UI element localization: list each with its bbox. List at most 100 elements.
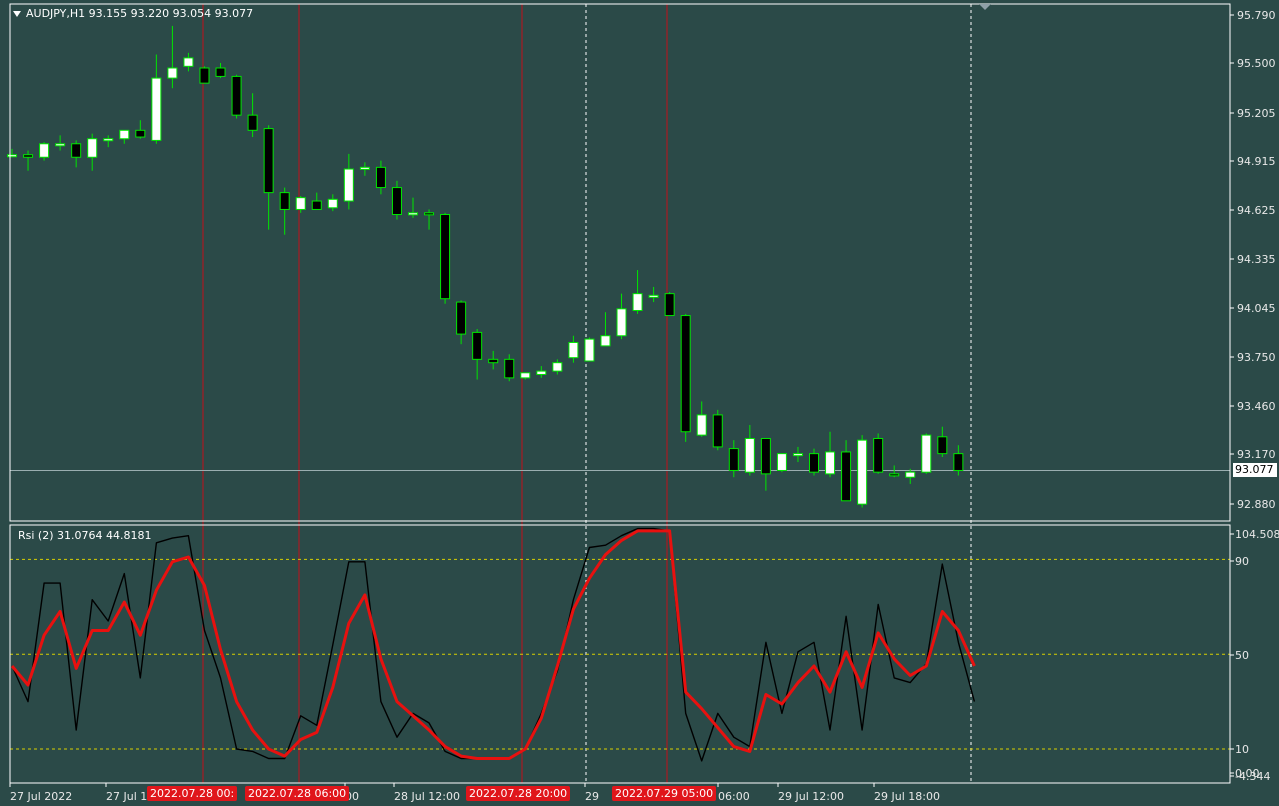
candle — [776, 453, 787, 473]
candle-body — [215, 67, 226, 77]
candle-body — [648, 294, 659, 298]
rsi-axis-label: 90 — [1235, 555, 1249, 568]
candle — [857, 435, 868, 508]
candle-body — [231, 75, 242, 116]
candle — [680, 313, 691, 442]
candle-body — [391, 187, 402, 216]
candle — [440, 212, 451, 304]
price-axis-label: 94.335 — [1237, 253, 1276, 266]
time-axis-label: 27 Jul 2022 — [10, 790, 72, 803]
symbol-header-text: AUDJPY,H1 93.155 93.220 93.054 93.077 — [26, 7, 254, 20]
candle-body — [953, 453, 964, 471]
price-chart-svg[interactable]: 95.790 95.500 95.205 94.915 94.625 94.335 94.0… — [0, 0, 1279, 806]
time-axis-label: 27 Jul 1 — [106, 790, 147, 803]
candle-body — [728, 448, 739, 471]
candle-body — [279, 192, 290, 210]
time-axis-label: 29 Jul 18:00 — [874, 790, 940, 803]
candle-body — [873, 437, 884, 473]
candle-body — [552, 362, 563, 372]
candle-body — [632, 293, 643, 311]
candle-body — [809, 453, 819, 473]
candle-body — [7, 154, 17, 158]
candle-body — [151, 77, 162, 141]
candle-body — [504, 358, 515, 379]
candle-body — [343, 168, 354, 202]
time-axis-label: 29 Jul 12:00 — [778, 790, 844, 803]
rsi-axis-label: -4.344 — [1235, 770, 1270, 783]
candle-body — [103, 138, 114, 142]
candle-body — [841, 451, 852, 502]
candle-body — [905, 471, 916, 478]
candle-body — [568, 341, 579, 359]
candle-body — [456, 301, 467, 335]
candle-body — [584, 338, 595, 362]
rsi-axis-label: 10 — [1235, 743, 1249, 756]
candle — [921, 433, 932, 474]
candle-body — [921, 434, 932, 473]
candle-body — [263, 128, 274, 194]
candle-body — [199, 67, 210, 84]
candle-body — [424, 212, 435, 216]
candle-body — [520, 372, 531, 379]
candle — [873, 433, 884, 474]
candle-body — [87, 138, 98, 158]
candle — [231, 74, 242, 119]
candle-body — [119, 129, 130, 140]
time-axis-label: 06:00 — [718, 790, 750, 803]
candle-body — [55, 143, 66, 147]
candle-body — [39, 143, 50, 158]
chart-window[interactable]: 95.790 95.500 95.205 94.915 94.625 94.335 94.0… — [0, 0, 1279, 806]
candle-body — [375, 166, 386, 189]
candle-body — [488, 358, 499, 364]
candle-body — [712, 414, 723, 448]
candle-body — [792, 453, 803, 457]
candle-body — [680, 315, 691, 433]
candle-body — [600, 335, 611, 347]
price-axis-label: 93.750 — [1237, 351, 1276, 364]
candle-body — [937, 436, 948, 455]
rsi-axis-label: 50 — [1235, 649, 1249, 662]
current-price-tag: 93.077 — [1233, 463, 1277, 477]
candle-body — [327, 198, 338, 209]
price-axis-label: 93.460 — [1237, 400, 1276, 413]
vline-label-4: 2022.07.29 05:00 — [612, 786, 717, 801]
price-axis-label: 95.500 — [1237, 57, 1276, 70]
time-axis-label: 28 Jul 12:00 — [394, 790, 460, 803]
price-axis-label: 92.880 — [1237, 498, 1276, 511]
candle-body — [71, 143, 82, 158]
candle-body — [311, 200, 322, 210]
candle-body — [135, 129, 146, 138]
candle-body — [664, 293, 675, 317]
candle-body — [295, 197, 306, 210]
price-axis-label: 95.205 — [1237, 107, 1276, 120]
candle — [584, 337, 595, 362]
price-axis-label: 95.790 — [1237, 9, 1276, 22]
symbol-header[interactable]: AUDJPY,H1 93.155 93.220 93.054 93.077 — [13, 7, 253, 20]
candle-body — [408, 212, 418, 216]
candle-body — [183, 57, 194, 67]
vline-label-3: 2022.07.28 20:00 — [466, 786, 571, 801]
price-axis-label: 94.625 — [1237, 204, 1276, 217]
rsi-header: Rsi (2) 31.0764 44.8181 — [18, 529, 152, 542]
candle-body — [616, 308, 627, 337]
rsi-axis-label: 104.508 — [1235, 528, 1279, 541]
candle-body — [440, 214, 451, 300]
candle-body — [23, 154, 34, 158]
dropdown-triangle-icon[interactable] — [13, 11, 21, 17]
price-axis-label: 94.915 — [1237, 155, 1276, 168]
price-axis-label: 94.045 — [1237, 302, 1276, 315]
candle-body — [247, 114, 258, 131]
candle-body — [857, 439, 868, 505]
candle-body — [776, 453, 787, 471]
candle — [199, 66, 210, 84]
chart-background — [0, 0, 1279, 806]
candle-body — [825, 451, 836, 475]
price-axis-label: 93.170 — [1237, 448, 1276, 461]
candle-body — [760, 437, 771, 475]
candle-body — [696, 414, 707, 436]
candle-body — [359, 166, 370, 170]
candle-body — [167, 67, 178, 79]
candle-body — [472, 331, 483, 360]
candle-body — [744, 437, 755, 473]
candle-body — [536, 370, 547, 375]
